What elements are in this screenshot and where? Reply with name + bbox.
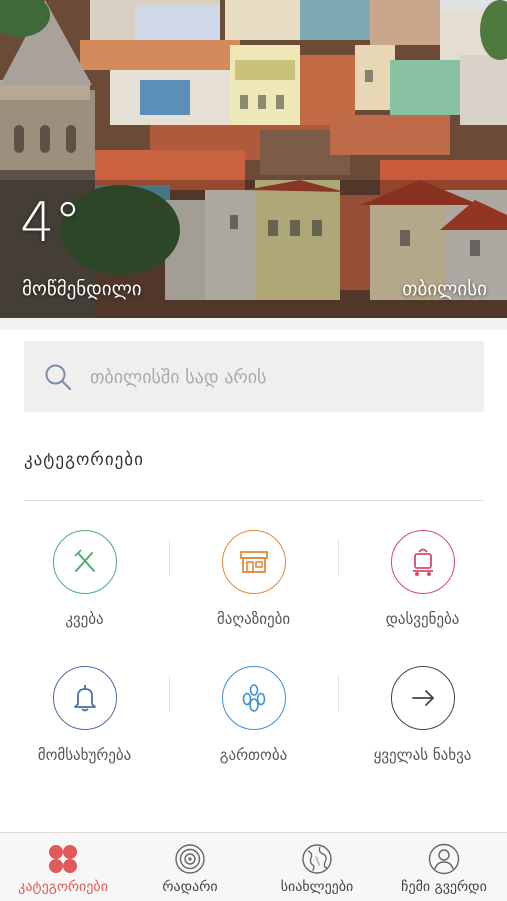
bowling-icon	[242, 684, 265, 712]
category-food-label: კვება	[65, 610, 104, 628]
user-icon	[428, 843, 460, 875]
category-leisure-label: დასვენება	[385, 610, 460, 628]
hero-city-image: 4° მოწმენდილი თბილისი	[0, 0, 507, 318]
search-bar[interactable]	[24, 341, 484, 412]
categories-heading: კატეგორიები	[24, 450, 144, 470]
temperature: 4°	[20, 191, 82, 254]
radar-icon	[175, 844, 205, 874]
tab-categories-label: კატეგორიები	[18, 879, 108, 895]
category-entertainment[interactable]: გართობა	[169, 656, 338, 776]
category-shops-label: მაღაზიები	[216, 610, 291, 628]
weather-condition: მოწმენდილი	[22, 278, 142, 300]
tab-my-page[interactable]: ჩემი გვერდი	[381, 833, 507, 901]
category-services-label: მომსახურება	[37, 746, 132, 764]
tab-radar[interactable]: რადარი	[127, 833, 253, 901]
search-input[interactable]	[88, 359, 462, 395]
category-see-all[interactable]: ყველას ნახვა	[338, 656, 507, 776]
city-illustration	[0, 0, 507, 318]
category-see-all-circle	[390, 666, 455, 730]
store-icon	[239, 551, 268, 573]
bell-icon	[73, 685, 96, 712]
tab-categories[interactable]: კატეგორიები	[0, 833, 126, 901]
category-shops-circle	[221, 530, 286, 594]
tab-news-label: სიახლეები	[280, 879, 354, 895]
section-gap	[0, 318, 507, 330]
city-name: თბილისი	[402, 278, 487, 300]
tab-radar-label: რადარი	[162, 879, 218, 895]
category-entertainment-label: გართობა	[219, 746, 288, 764]
category-food-circle	[52, 530, 117, 594]
luggage-cart-icon	[412, 548, 433, 576]
arrow-right-icon	[411, 690, 434, 706]
bottom-tab-bar: კატეგორიები რადარი სიახლეები ჩემი გვერდი	[0, 832, 507, 901]
fork-knife-icon	[73, 549, 95, 572]
category-food[interactable]: კვება	[0, 520, 169, 640]
globe-icon	[302, 844, 332, 874]
category-leisure[interactable]: დასვენება	[338, 520, 507, 640]
category-entertainment-circle	[221, 666, 286, 730]
category-services[interactable]: მომსახურება	[0, 656, 169, 776]
tab-my-page-label: ჩემი გვერდი	[401, 879, 487, 895]
category-services-circle	[52, 666, 117, 730]
tab-news[interactable]: სიახლეები	[254, 833, 380, 901]
search-icon	[45, 364, 72, 391]
category-leisure-circle	[390, 530, 455, 594]
four-dots-icon	[49, 845, 77, 873]
category-shops[interactable]: მაღაზიები	[169, 520, 338, 640]
category-see-all-label: ყველას ნახვა	[373, 746, 472, 764]
divider	[24, 500, 484, 501]
